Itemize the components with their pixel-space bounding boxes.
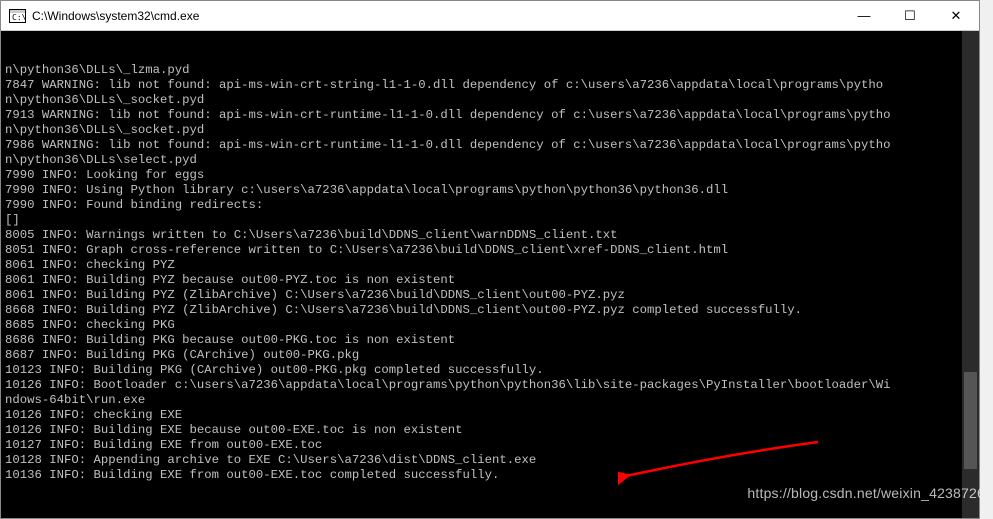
side-strip xyxy=(980,0,993,519)
terminal-line: 10126 INFO: Bootloader c:\users\a7236\ap… xyxy=(5,378,975,393)
vertical-scrollbar[interactable] xyxy=(962,31,979,518)
terminal-line: 8061 INFO: Building PYZ because out00-PY… xyxy=(5,273,975,288)
maximize-button[interactable]: ☐ xyxy=(887,1,933,30)
terminal-line: 8687 INFO: Building PKG (CArchive) out00… xyxy=(5,348,975,363)
terminal-line: n\python36\DLLs\_socket.pyd xyxy=(5,123,975,138)
terminal-line: 10128 INFO: Appending archive to EXE C:\… xyxy=(5,453,975,468)
terminal-line: 10123 INFO: Building PKG (CArchive) out0… xyxy=(5,363,975,378)
terminal-line: 7986 WARNING: lib not found: api-ms-win-… xyxy=(5,138,975,153)
svg-text:C:\: C:\ xyxy=(12,13,26,22)
terminal-line: n\python36\DLLs\_lzma.pyd xyxy=(5,63,975,78)
terminal-line: 8061 INFO: checking PYZ xyxy=(5,258,975,273)
terminal-line: 8061 INFO: Building PYZ (ZlibArchive) C:… xyxy=(5,288,975,303)
terminal-line: 8686 INFO: Building PKG because out00-PK… xyxy=(5,333,975,348)
terminal-line: ndows-64bit\run.exe xyxy=(5,393,975,408)
terminal-line: 7990 INFO: Found binding redirects: xyxy=(5,198,975,213)
terminal-line: [] xyxy=(5,213,975,228)
cmd-icon: C:\ xyxy=(9,9,26,23)
close-button[interactable]: ✕ xyxy=(933,1,979,30)
terminal-line xyxy=(5,483,975,498)
terminal-line: 7913 WARNING: lib not found: api-ms-win-… xyxy=(5,108,975,123)
terminal-output[interactable]: n\python36\DLLs\_lzma.pyd7847 WARNING: l… xyxy=(1,31,979,518)
titlebar[interactable]: C:\ C:\Windows\system32\cmd.exe — ☐ ✕ xyxy=(1,1,979,31)
terminal-line: n\python36\DLLs\select.pyd xyxy=(5,153,975,168)
terminal-line: 8668 INFO: Building PYZ (ZlibArchive) C:… xyxy=(5,303,975,318)
terminal-line: 8685 INFO: checking PKG xyxy=(5,318,975,333)
terminal-line: 10136 INFO: Building EXE from out00-EXE.… xyxy=(5,468,975,483)
terminal-line: 7990 INFO: Using Python library c:\users… xyxy=(5,183,975,198)
terminal-line: 10126 INFO: Building EXE because out00-E… xyxy=(5,423,975,438)
window-controls: — ☐ ✕ xyxy=(841,1,979,30)
cmd-window: C:\ C:\Windows\system32\cmd.exe — ☐ ✕ n\… xyxy=(0,0,980,519)
minimize-button[interactable]: — xyxy=(841,1,887,30)
terminal-line: 10126 INFO: checking EXE xyxy=(5,408,975,423)
window-title: C:\Windows\system32\cmd.exe xyxy=(32,9,199,23)
terminal-line: 7847 WARNING: lib not found: api-ms-win-… xyxy=(5,78,975,93)
scrollbar-thumb[interactable] xyxy=(964,372,977,469)
terminal-line: 8051 INFO: Graph cross-reference written… xyxy=(5,243,975,258)
terminal-line: 7990 INFO: Looking for eggs xyxy=(5,168,975,183)
terminal-lines: n\python36\DLLs\_lzma.pyd7847 WARNING: l… xyxy=(5,63,975,498)
terminal-line: 10127 INFO: Building EXE from out00-EXE.… xyxy=(5,438,975,453)
terminal-line: 8005 INFO: Warnings written to C:\Users\… xyxy=(5,228,975,243)
terminal-line: n\python36\DLLs\_socket.pyd xyxy=(5,93,975,108)
